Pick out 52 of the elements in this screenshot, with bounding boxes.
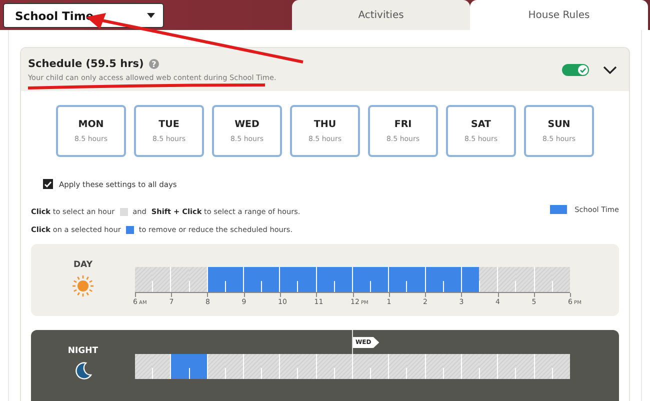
time-slot[interactable] [334, 267, 352, 292]
time-slot[interactable] [462, 354, 480, 379]
time-slot[interactable] [552, 354, 570, 379]
time-slot[interactable] [426, 267, 443, 292]
time-slot[interactable] [188, 267, 207, 292]
checkbox[interactable] [43, 179, 53, 189]
time-slot[interactable] [261, 354, 280, 379]
time-slot[interactable] [208, 354, 225, 379]
period-label: DAY [74, 260, 92, 270]
moon-icon [73, 361, 93, 381]
time-slot[interactable] [224, 354, 243, 379]
schedule-title: Schedule (59.5 hrs) [28, 58, 144, 70]
tab[interactable]: House Rules [470, 0, 648, 30]
time-slot[interactable] [244, 267, 262, 292]
tab[interactable]: Activities [292, 0, 470, 30]
sun-icon [72, 275, 94, 297]
time-slot[interactable] [515, 354, 534, 379]
time-slot[interactable] [406, 354, 425, 379]
tick-mark [570, 293, 571, 297]
time-slot[interactable] [515, 267, 534, 292]
time-slot[interactable] [316, 354, 334, 379]
time-slot[interactable] [534, 354, 552, 379]
time-slot[interactable] [297, 267, 316, 292]
time-slot[interactable] [297, 354, 316, 379]
time-slot[interactable] [316, 267, 334, 292]
time-slot[interactable] [152, 354, 170, 379]
time-slot[interactable] [370, 267, 388, 292]
time-slot[interactable] [352, 267, 370, 292]
time-slot[interactable] [152, 267, 170, 292]
time-slot[interactable] [442, 267, 461, 292]
time-slot[interactable] [208, 267, 225, 292]
time-slot[interactable] [406, 267, 425, 292]
time-slot[interactable] [426, 354, 443, 379]
time-slot[interactable] [552, 267, 570, 292]
toggle-switch[interactable] [562, 64, 589, 76]
period-label: NIGHT [68, 346, 98, 356]
time-slot[interactable] [244, 354, 262, 379]
time-slot[interactable] [479, 267, 498, 292]
time-slot[interactable] [352, 354, 370, 379]
time-slot[interactable] [261, 267, 280, 292]
time-slot[interactable] [188, 354, 207, 379]
time-slot[interactable] [334, 354, 352, 379]
time-slot[interactable] [442, 354, 461, 379]
legend-swatch [550, 205, 567, 214]
chevron-icon[interactable] [603, 66, 617, 74]
time-slot[interactable] [462, 267, 480, 292]
time-slot[interactable] [370, 354, 388, 379]
caret-icon [147, 13, 155, 18]
check-icon [579, 66, 587, 74]
time-slot[interactable] [534, 267, 552, 292]
time-slot[interactable] [479, 354, 498, 379]
time-slot[interactable] [224, 267, 243, 292]
